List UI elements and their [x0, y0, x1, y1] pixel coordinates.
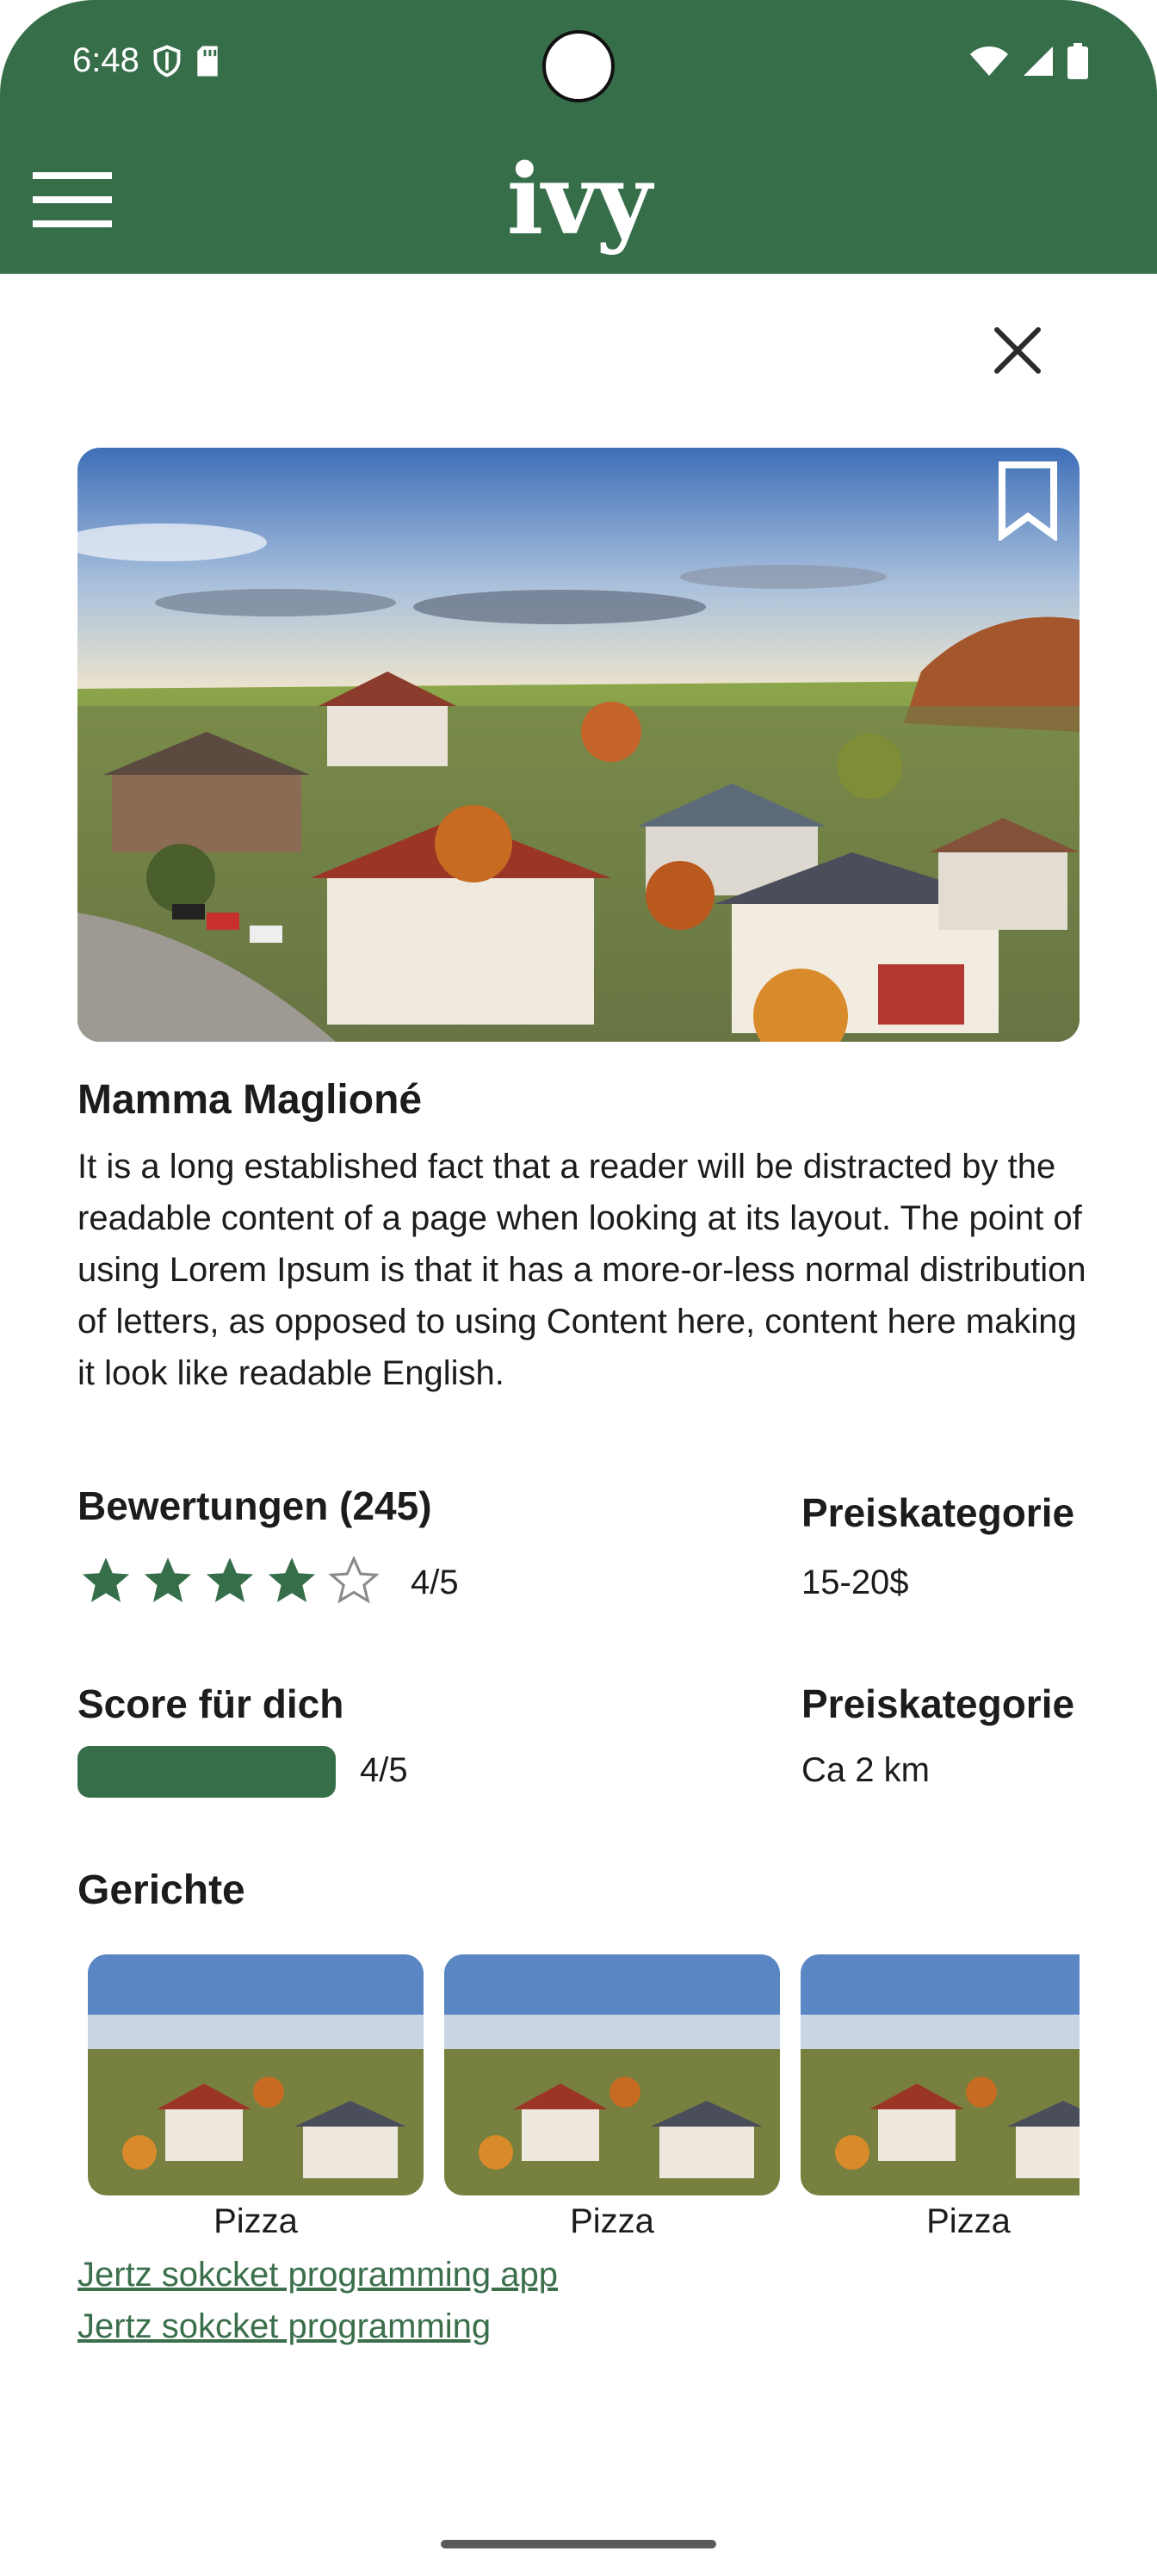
- restaurant-description: It is a long established fact that a rea…: [77, 1148, 1086, 1392]
- dish-card[interactable]: Pizza: [88, 1954, 424, 2241]
- status-bar-left: 6:48: [72, 41, 220, 80]
- restaurant-hero-image: [77, 448, 1080, 1042]
- status-bar-right: [969, 43, 1088, 79]
- rating-stars: [79, 1553, 381, 1607]
- star-outline-icon: [328, 1555, 380, 1604]
- link-socket[interactable]: Jertz sokcket programming: [77, 2307, 491, 2346]
- price-label: Preiskategorie: [801, 1490, 1075, 1535]
- star-icon: [82, 1557, 130, 1602]
- link-socket-app[interactable]: Jertz sokcket programming app: [77, 2256, 558, 2294]
- dishes-title: Gerichte: [77, 1867, 245, 1913]
- restaurant-name: Mamma Maglioné: [77, 1077, 423, 1123]
- dish-name: Pizza: [213, 2202, 298, 2240]
- score-progress-bar: [77, 1746, 336, 1798]
- distance-value: Ca 2 km: [801, 1751, 930, 1789]
- shield-icon: [153, 44, 181, 77]
- battery-icon: [1067, 43, 1088, 79]
- status-time: 6:48: [72, 41, 139, 79]
- app-screen: 6:48 ivy Mamma Maglioné It is a long est…: [0, 0, 1157, 2576]
- dish-name: Pizza: [926, 2202, 1011, 2240]
- star-icon: [206, 1557, 254, 1602]
- dish-card[interactable]: Pizza: [801, 1954, 1080, 2241]
- dish-image: [801, 1954, 1080, 2195]
- rating-value: 4/5: [411, 1564, 459, 1601]
- dish-name: Pizza: [570, 2202, 654, 2240]
- close-icon[interactable]: [990, 323, 1045, 378]
- wifi-icon: [970, 46, 1008, 76]
- bookmark-icon[interactable]: [997, 461, 1059, 541]
- signal-icon: [1024, 46, 1053, 76]
- score-value: 4/5: [360, 1751, 408, 1789]
- star-icon: [268, 1557, 316, 1602]
- dish-image: [88, 1954, 424, 2195]
- ratings-label: Bewertungen (245): [77, 1483, 432, 1528]
- app-header: 6:48 ivy: [0, 0, 1157, 274]
- star-icon: [144, 1557, 192, 1602]
- sd-card-icon: [197, 45, 218, 77]
- front-camera: [542, 30, 615, 102]
- home-indicator[interactable]: [441, 2540, 716, 2548]
- price-value: 15-20$: [801, 1564, 909, 1601]
- distance-label: Preiskategorie: [801, 1681, 1075, 1726]
- dishes-carousel[interactable]: Pizza Pizza Pizza: [77, 1954, 1080, 2247]
- app-logo: ivy: [506, 144, 653, 257]
- dish-card[interactable]: Pizza: [444, 1954, 780, 2241]
- dish-image: [444, 1954, 780, 2195]
- score-label: Score für dich: [77, 1681, 344, 1726]
